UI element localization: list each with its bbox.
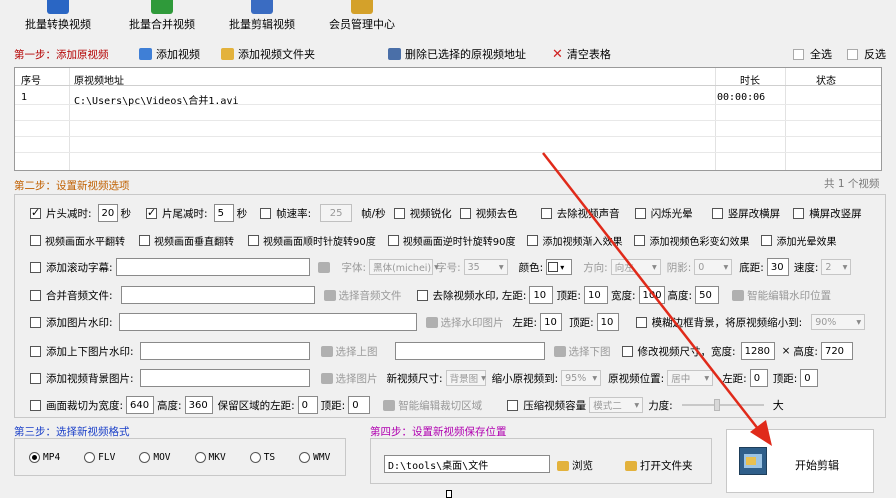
annotation-arrow — [542, 152, 772, 446]
cursor-icon — [446, 490, 452, 498]
